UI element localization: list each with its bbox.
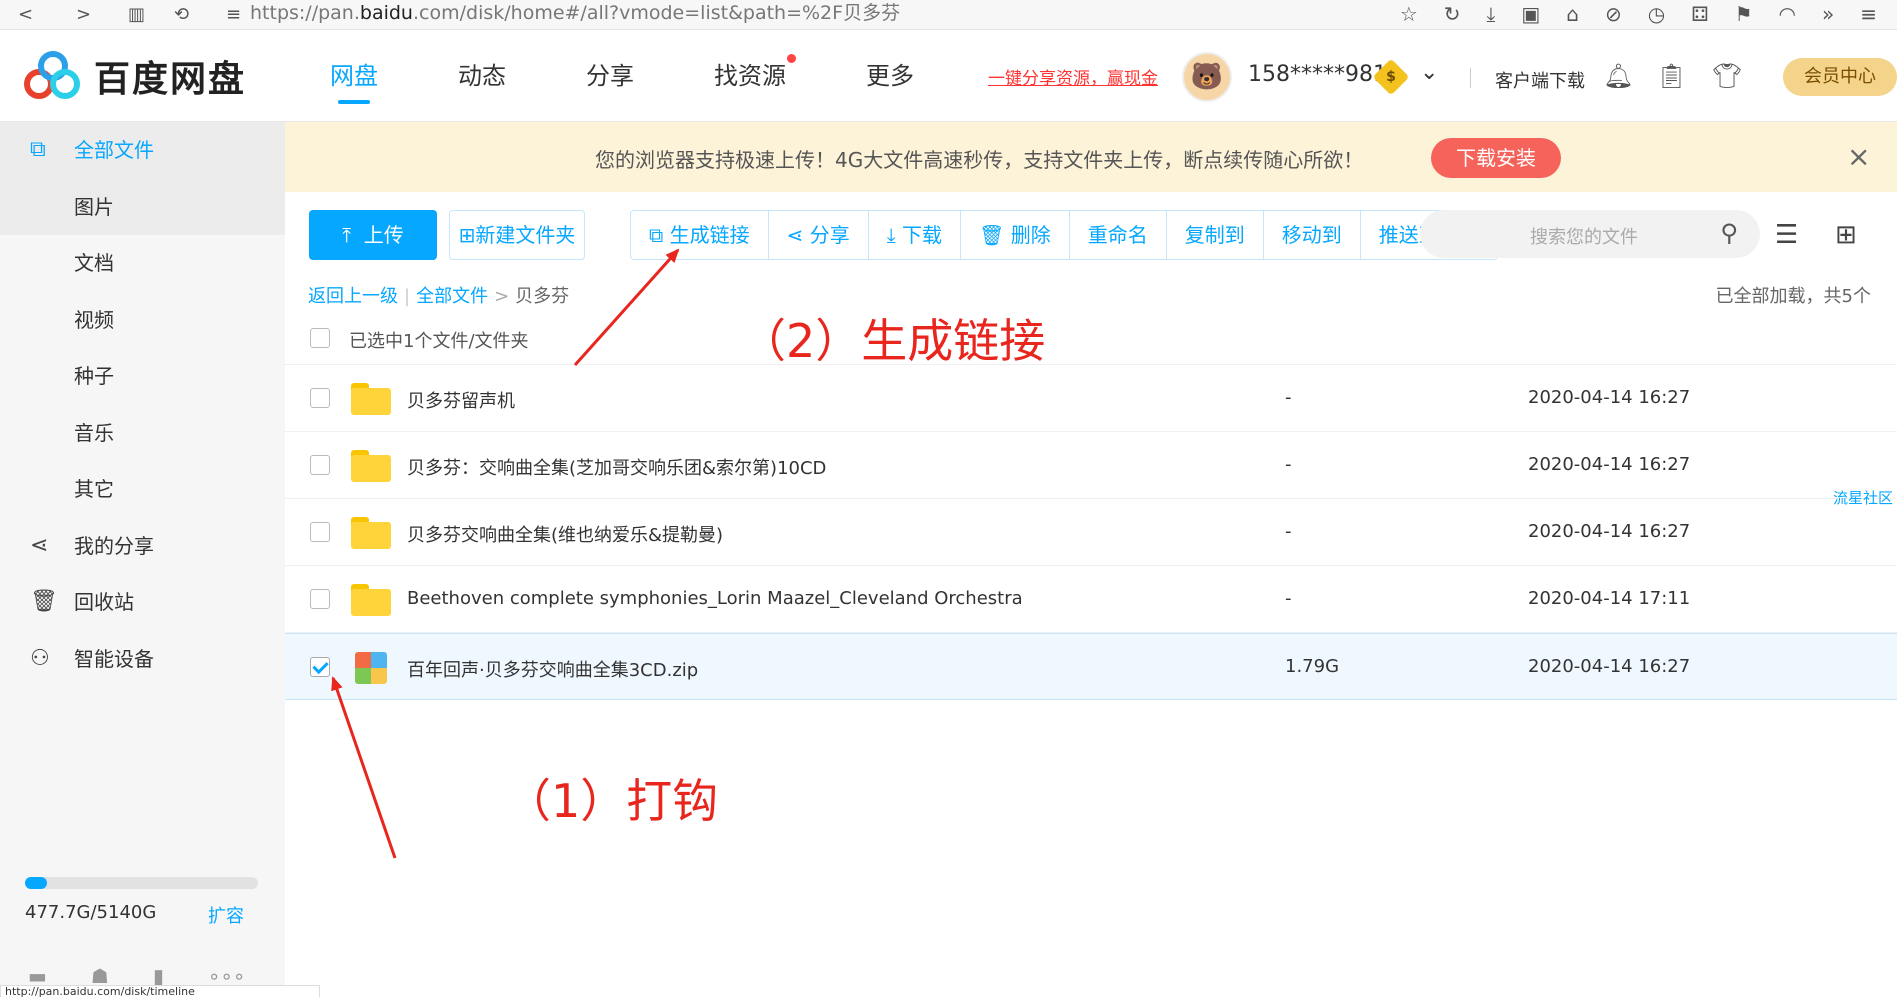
arrow-to-generate-link [573,248,680,367]
annotation-arrows [331,248,680,859]
arrow-to-checkbox [331,676,397,859]
